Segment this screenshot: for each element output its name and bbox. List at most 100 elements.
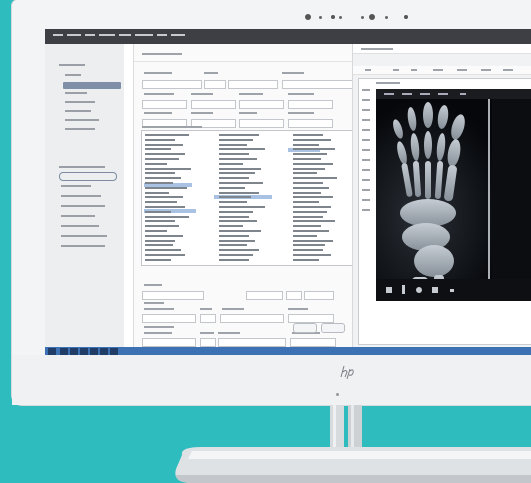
list-item[interactable] (293, 234, 317, 237)
list-item[interactable] (219, 196, 251, 199)
sidebar-item[interactable] (65, 119, 99, 121)
app-icon[interactable] (80, 348, 88, 355)
list-item[interactable] (219, 158, 257, 160)
list-item[interactable] (145, 254, 185, 256)
text-field[interactable] (288, 100, 333, 109)
list-item[interactable] (145, 191, 169, 194)
list-item[interactable] (219, 244, 247, 247)
tab[interactable] (433, 69, 443, 71)
sidebar-item[interactable] (65, 128, 95, 130)
list-item[interactable] (145, 215, 189, 218)
list-item[interactable] (293, 196, 333, 199)
list-item[interactable] (293, 172, 317, 175)
xray-image[interactable] (376, 89, 531, 301)
text-field[interactable] (304, 291, 334, 300)
list-item[interactable] (293, 186, 329, 189)
app-icon[interactable] (60, 348, 68, 355)
text-field[interactable] (142, 291, 204, 300)
sidebar-item[interactable] (61, 215, 95, 217)
text-field[interactable] (204, 80, 226, 89)
text-field[interactable] (228, 80, 278, 89)
list-item[interactable] (145, 258, 171, 261)
app-icon[interactable] (70, 348, 78, 355)
list-item[interactable] (293, 239, 333, 242)
list-item[interactable] (219, 230, 261, 232)
list-item[interactable] (219, 148, 265, 151)
text-field[interactable] (142, 314, 196, 323)
list-item[interactable] (293, 158, 321, 160)
list-item[interactable] (145, 148, 171, 151)
tab[interactable] (503, 69, 513, 71)
list-item[interactable] (219, 167, 261, 170)
list-item[interactable] (293, 206, 331, 208)
list-item[interactable] (293, 230, 329, 232)
list-item[interactable] (219, 206, 265, 208)
list-item[interactable] (293, 182, 323, 184)
list-item[interactable] (219, 201, 247, 204)
list-item[interactable] (219, 258, 249, 261)
list-item[interactable] (293, 244, 325, 247)
list-item[interactable] (145, 249, 181, 252)
sidebar-item-selected[interactable] (59, 172, 117, 181)
list-item[interactable] (219, 182, 263, 184)
sidebar-item[interactable] (65, 92, 87, 94)
text-field[interactable] (218, 338, 286, 347)
text-field[interactable] (246, 291, 283, 300)
menu-item[interactable] (99, 34, 115, 36)
menu-item[interactable] (53, 34, 63, 36)
list-item[interactable] (145, 162, 167, 165)
list-item[interactable] (145, 158, 179, 160)
tab[interactable] (393, 69, 399, 71)
list-item[interactable] (219, 172, 255, 175)
text-field[interactable] (290, 338, 336, 347)
list-item[interactable] (293, 249, 323, 252)
menu-item[interactable] (171, 34, 185, 36)
text-field[interactable] (286, 291, 302, 300)
list-item[interactable] (293, 220, 335, 223)
list-item[interactable] (145, 177, 181, 180)
list-item[interactable] (145, 210, 171, 213)
list-item[interactable] (293, 138, 331, 141)
text-field[interactable] (191, 100, 236, 109)
list-item[interactable] (145, 143, 183, 146)
list-item[interactable] (219, 210, 253, 213)
list-item[interactable] (219, 143, 247, 146)
sidebar-item[interactable] (61, 205, 105, 207)
start-icon[interactable] (48, 348, 56, 355)
app-icon[interactable] (90, 348, 98, 355)
list-item[interactable] (219, 215, 249, 218)
list-item[interactable] (145, 186, 187, 189)
list-item[interactable] (145, 220, 175, 223)
list-item[interactable] (145, 134, 189, 136)
list-item[interactable] (145, 244, 173, 247)
list-item[interactable] (293, 134, 323, 136)
menu-item[interactable] (135, 34, 153, 36)
tab[interactable] (411, 69, 417, 71)
list-item[interactable] (293, 143, 319, 146)
list-item[interactable] (219, 153, 249, 156)
list-item[interactable] (145, 167, 191, 170)
text-field[interactable] (239, 119, 284, 128)
list-item[interactable] (219, 239, 255, 242)
list-item[interactable] (219, 220, 257, 223)
sidebar-item-selected[interactable] (63, 82, 121, 89)
app-icon[interactable] (110, 348, 118, 355)
list-item[interactable] (145, 225, 179, 228)
list-item[interactable] (219, 138, 253, 141)
text-field[interactable] (142, 100, 187, 109)
list-item[interactable] (145, 234, 183, 237)
list-item[interactable] (145, 138, 175, 141)
sidebar-item[interactable] (65, 110, 91, 112)
menu-item[interactable] (85, 34, 95, 36)
text-field[interactable] (288, 314, 334, 323)
list-item[interactable] (293, 191, 321, 194)
list-item[interactable] (145, 196, 183, 199)
list-item[interactable] (293, 258, 319, 261)
text-field[interactable] (288, 119, 333, 128)
text-field[interactable] (220, 314, 284, 323)
menu-item[interactable] (157, 34, 167, 36)
list-item[interactable] (219, 225, 243, 228)
text-field[interactable] (200, 338, 216, 347)
list-item[interactable] (145, 201, 177, 204)
sidebar-item[interactable] (65, 74, 81, 76)
